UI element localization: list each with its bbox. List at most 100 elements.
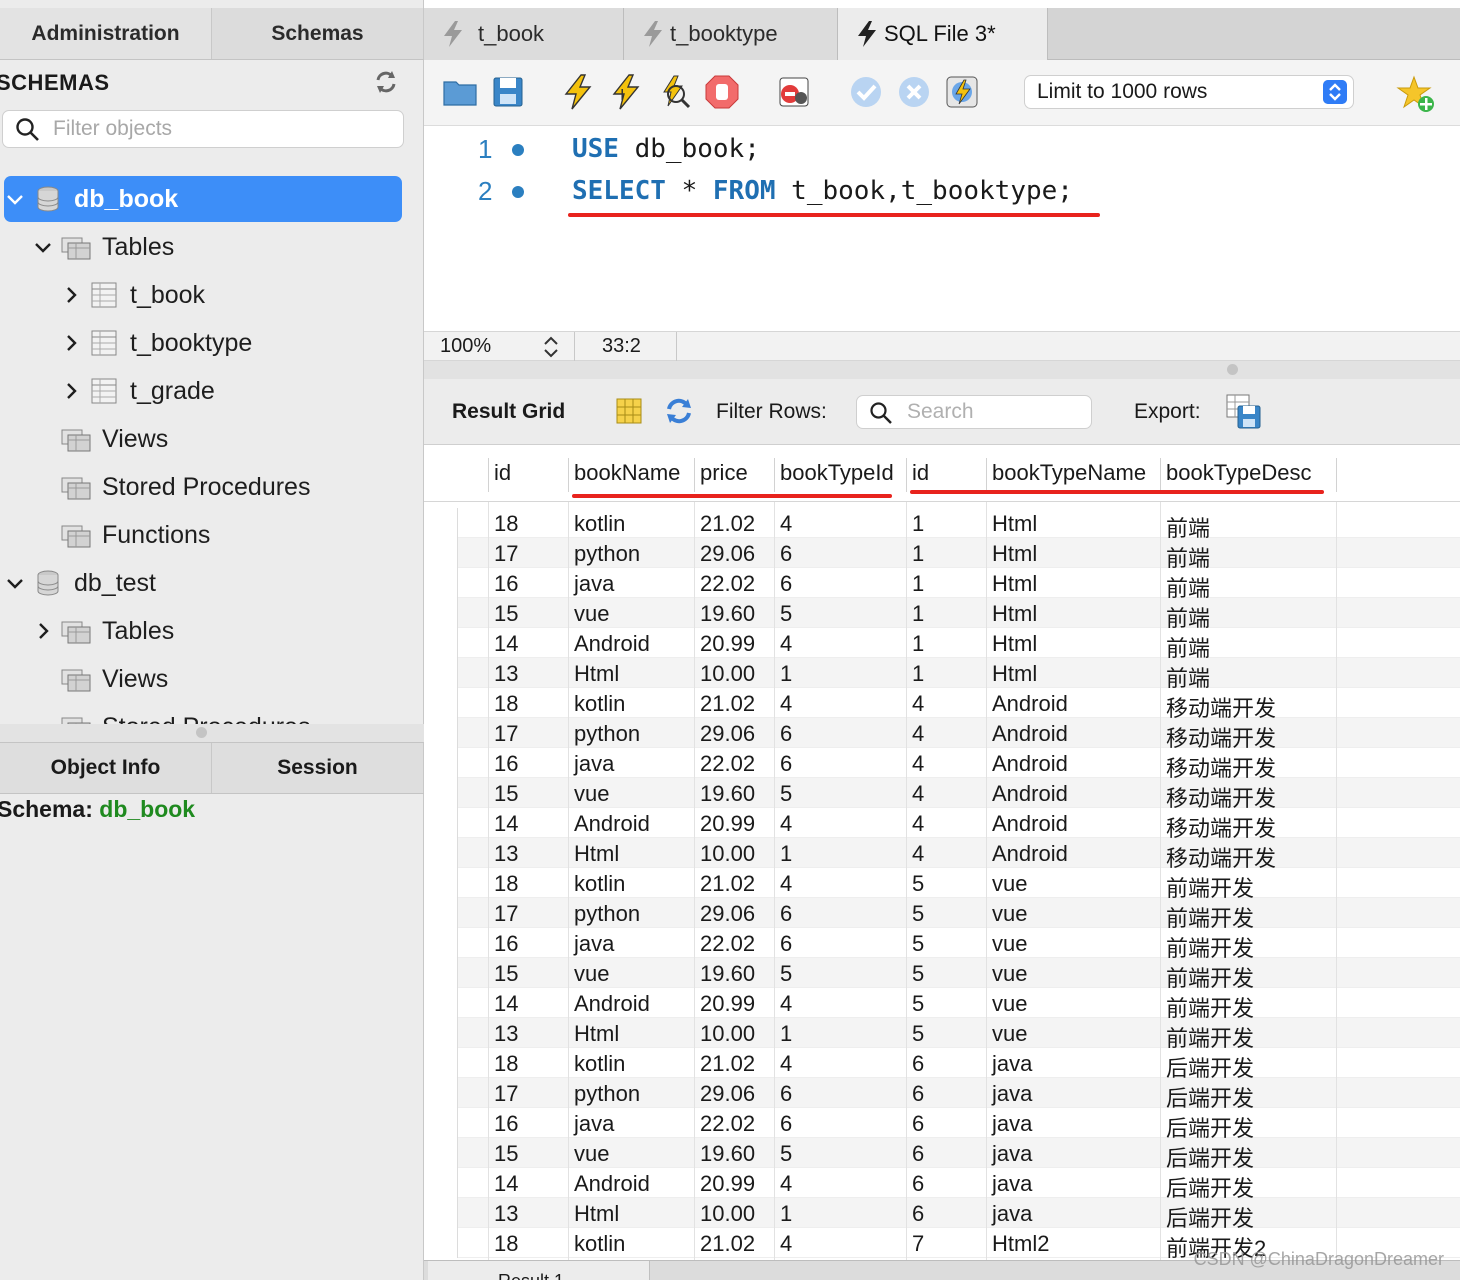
row-header[interactable] [444,988,458,1018]
filter-objects-field[interactable] [2,110,404,148]
refresh-icon[interactable] [372,68,400,96]
row-header[interactable] [444,838,458,868]
row-header[interactable] [444,1228,458,1258]
row-header[interactable] [444,598,458,628]
table-cell[interactable]: kotlin [574,1051,625,1077]
tree-item-tables[interactable]: Tables [32,224,420,270]
table-cell[interactable]: 16 [494,571,518,597]
sidebar-splitter[interactable] [0,724,424,742]
table-cell[interactable]: vue [574,601,609,627]
row-header[interactable] [444,1108,458,1138]
table-cell[interactable]: 19.60 [700,601,755,627]
table-cell[interactable]: 20.99 [700,631,755,657]
table-cell[interactable]: Html2 [992,1231,1049,1257]
table-cell[interactable]: 10.00 [700,1021,755,1047]
table-cell[interactable]: 5 [912,1021,924,1047]
table-cell[interactable]: vue [992,991,1027,1017]
table-cell[interactable]: 1 [912,541,924,567]
table-cell[interactable]: vue [992,1021,1027,1047]
add-snippet-icon[interactable] [1396,74,1436,114]
table-cell[interactable]: 6 [780,901,792,927]
table-cell[interactable]: Android [574,991,650,1017]
chevron-right-icon[interactable] [32,620,54,642]
table-row[interactable]: 17 python 29.06 6 6 java 后端开发 [444,1078,1460,1111]
table-cell[interactable]: Html [992,511,1037,537]
table-cell[interactable]: 15 [494,601,518,627]
table-cell[interactable]: java [992,1051,1032,1077]
table-cell[interactable]: 16 [494,931,518,957]
table-cell[interactable]: Html [574,841,619,867]
table-row[interactable]: 18 kotlin 21.02 4 1 Html 前端 [444,508,1460,541]
table-cell[interactable]: python [574,1081,640,1107]
table-cell[interactable]: 20.99 [700,811,755,837]
table-cell[interactable]: 4 [780,871,792,897]
table-row[interactable]: 14 Android 20.99 4 6 java 后端开发 [444,1168,1460,1201]
table-cell[interactable]: 6 [780,1111,792,1137]
column-header-id[interactable]: id [494,460,511,486]
table-cell[interactable]: 4 [780,811,792,837]
table-cell[interactable]: 21.02 [700,871,755,897]
table-cell[interactable]: 15 [494,961,518,987]
chevron-right-icon[interactable] [60,380,82,402]
editor-line-1[interactable]: 1 USE db_book; [424,129,1460,169]
table-cell[interactable]: java [992,1141,1032,1167]
row-header[interactable] [444,508,458,538]
table-cell[interactable]: 21.02 [700,691,755,717]
open-folder-icon[interactable] [442,74,478,110]
editor-result-splitter[interactable] [424,361,1460,379]
row-header[interactable] [444,628,458,658]
table-cell[interactable]: 16 [494,1111,518,1137]
explain-icon[interactable] [656,74,692,110]
tree-item-stored-procedures[interactable]: Stored Procedures [32,704,420,724]
rollback-icon[interactable] [896,74,932,110]
table-cell[interactable]: 5 [912,931,924,957]
table-cell[interactable]: 1 [780,1201,792,1227]
tree-item-stored-procedures[interactable]: Stored Procedures [32,464,420,510]
tree-item-t-booktype[interactable]: t_booktype [60,320,420,366]
table-cell[interactable]: 5 [912,871,924,897]
table-cell[interactable]: 10.00 [700,1201,755,1227]
table-cell[interactable]: 4 [912,721,924,747]
table-row[interactable]: 13 Html 10.00 1 6 java 后端开发 [444,1198,1460,1231]
table-row[interactable]: 18 kotlin 21.02 4 6 java 后端开发 [444,1048,1460,1081]
zoom-stepper-icon[interactable] [542,335,560,359]
column-header-bookname[interactable]: bookName [574,460,680,486]
table-cell[interactable]: 6 [912,1081,924,1107]
row-header[interactable] [444,718,458,748]
row-header[interactable] [444,868,458,898]
table-cell[interactable]: vue [992,931,1027,957]
table-cell[interactable]: 15 [494,781,518,807]
table-cell[interactable]: 6 [780,1081,792,1107]
table-cell[interactable]: 19.60 [700,781,755,807]
table-cell[interactable]: 7 [912,1231,924,1257]
column-header-booktypeid[interactable]: bookTypeId [780,460,894,486]
error-stop-icon[interactable] [776,74,812,110]
grid-view-icon[interactable] [614,396,644,426]
export-icon[interactable] [1224,392,1262,430]
editor-line-2[interactable]: 2 SELECT * FROM t_book,t_booktype; [424,171,1460,211]
row-header[interactable] [444,928,458,958]
row-header[interactable] [444,778,458,808]
table-cell[interactable]: 6 [780,751,792,777]
table-row[interactable]: 16 java 22.02 6 1 Html 前端 [444,568,1460,601]
sql-editor[interactable]: 1 USE db_book; 2 SELECT * FROM t_book,t_… [424,127,1460,331]
table-cell[interactable]: 21.02 [700,1231,755,1257]
chevron-down-icon[interactable] [4,572,26,594]
table-cell[interactable]: 18 [494,1051,518,1077]
table-cell[interactable]: 6 [912,1141,924,1167]
table-cell[interactable]: vue [992,961,1027,987]
table-cell[interactable]: python [574,721,640,747]
row-header[interactable] [444,1198,458,1228]
table-cell[interactable]: 22.02 [700,751,755,777]
tree-item-t-grade[interactable]: t_grade [60,368,420,414]
table-cell[interactable]: Android [574,1171,650,1197]
filter-rows-field[interactable] [856,395,1092,429]
table-cell[interactable]: vue [574,781,609,807]
table-cell[interactable]: Html [992,571,1037,597]
table-cell[interactable]: Html [992,631,1037,657]
table-cell[interactable]: 1 [912,601,924,627]
table-cell[interactable]: 6 [780,571,792,597]
tree-item-db-test[interactable]: db_test [4,560,420,606]
table-cell[interactable]: 4 [912,841,924,867]
table-cell[interactable]: java [992,1081,1032,1107]
